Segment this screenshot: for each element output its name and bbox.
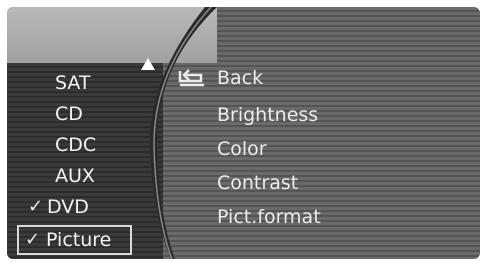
menu-pointer-arrow-icon (141, 58, 155, 70)
screen: SAT CD CDC AUX ✓ DVD ✓ Picture Back Brig… (0, 0, 486, 262)
menu-item-label: Color (217, 138, 267, 160)
source-item-label: DVD (47, 196, 89, 218)
menu-item-label: Pict.format (217, 206, 321, 228)
source-item-label: Picture (46, 229, 112, 251)
source-item-label: CD (55, 103, 83, 125)
source-item-label: SAT (55, 72, 91, 94)
menu-item-label: Contrast (217, 172, 299, 194)
source-item-aux[interactable]: AUX (7, 161, 137, 191)
source-item-label: CDC (55, 134, 97, 156)
source-item-cdc[interactable]: CDC (7, 130, 137, 160)
source-item-picture[interactable]: ✓ Picture (17, 225, 132, 255)
back-arrow-icon (178, 69, 204, 87)
back-label: Back (217, 67, 264, 89)
source-item-cd[interactable]: CD (7, 99, 137, 129)
source-item-sat[interactable]: SAT (7, 68, 137, 98)
source-item-dvd[interactable]: ✓ DVD (7, 192, 137, 222)
display-frame: SAT CD CDC AUX ✓ DVD ✓ Picture Back Brig… (7, 7, 480, 259)
menu-item-label: Brightness (217, 104, 319, 126)
source-item-label: AUX (55, 165, 95, 187)
